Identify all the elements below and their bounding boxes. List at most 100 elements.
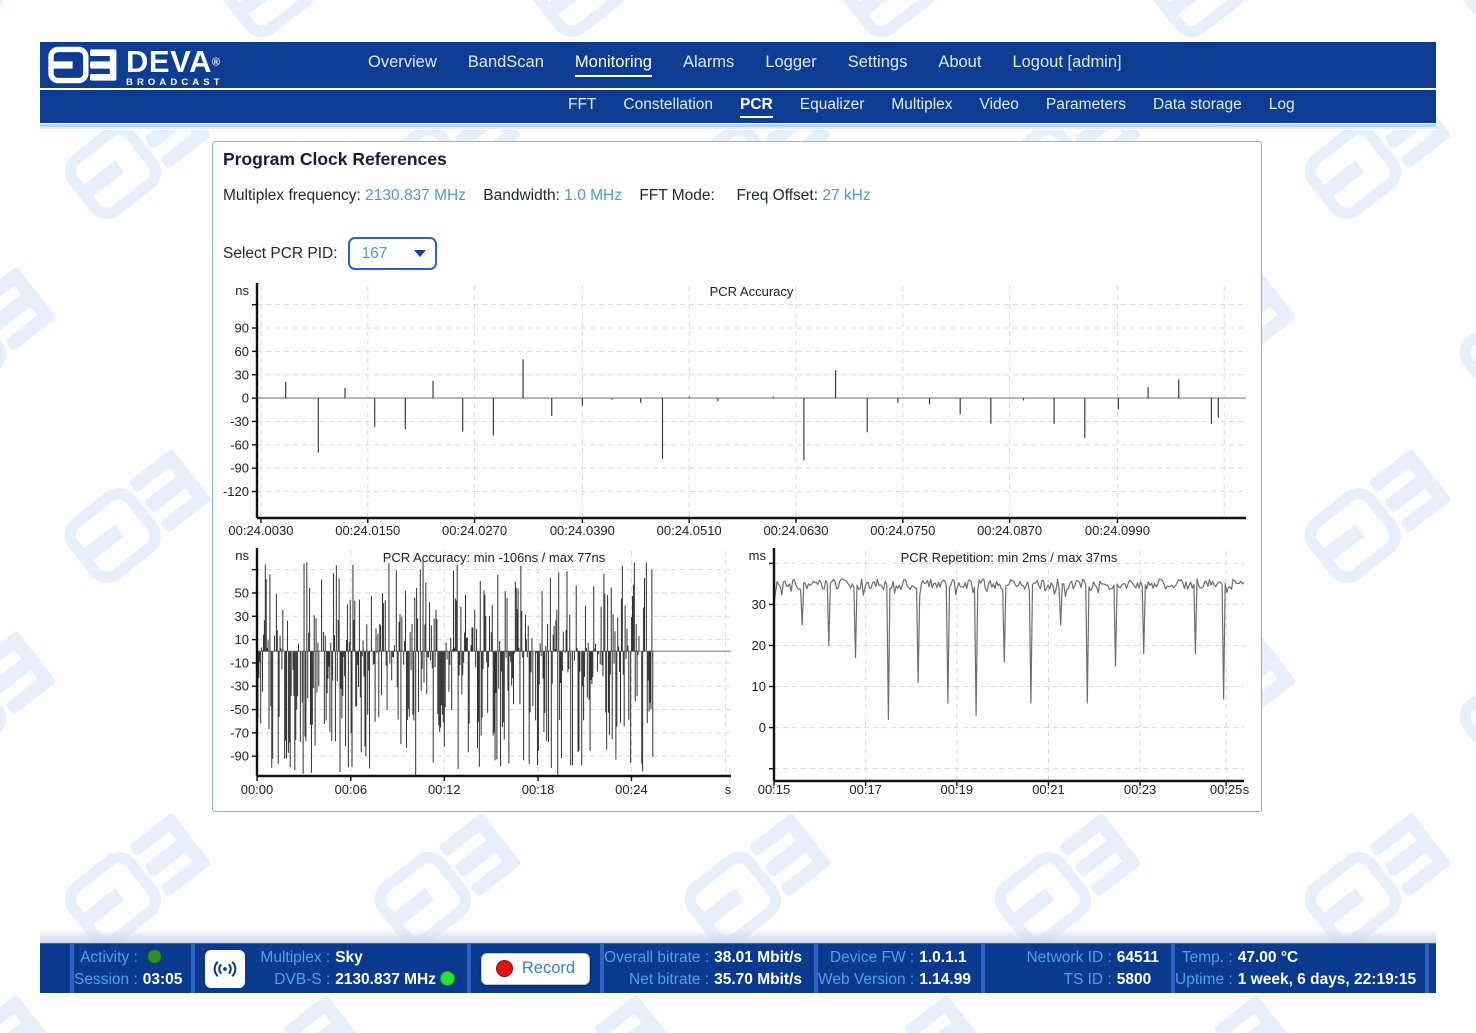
svg-text:90: 90 [235, 321, 249, 336]
svg-text:00:19: 00:19 [941, 782, 974, 797]
subnav-item-multiplex[interactable]: Multiplex [891, 96, 952, 118]
svg-text:00:24.0030: 00:24.0030 [228, 523, 293, 538]
status-label: Session : [74, 969, 138, 991]
subnav-item-data-storage[interactable]: Data storage [1153, 96, 1242, 118]
svg-text:PCR Accuracy: min -106ns / max: PCR Accuracy: min -106ns / max 77ns [383, 550, 606, 565]
statusbar-segment-activity-session: Activity :Session :03:05 [74, 943, 191, 993]
pcr-repetition-chart: 302010000:1500:1700:1900:2100:2300:25msP… [741, 546, 1256, 806]
multiplex-frequency-label: Multiplex frequency: [223, 187, 361, 204]
pcr-pid-select[interactable]: 167 [348, 237, 437, 270]
status-label: Web Version : [818, 969, 914, 991]
nav-item-bandscan[interactable]: BandScan [468, 53, 544, 77]
bandwidth-value: 1.0 MHz [564, 187, 622, 204]
svg-text:00:21: 00:21 [1032, 782, 1065, 797]
svg-text:-60: -60 [230, 437, 249, 452]
status-value: 1 week, 6 days, 22:19:15 [1238, 969, 1416, 991]
deva-logo[interactable]: DEVA® BROADCAST [48, 46, 224, 88]
status-value: 1.0.1.1 [919, 947, 971, 969]
nav-item-monitoring[interactable]: Monitoring [575, 53, 652, 77]
lock-status-green-icon [440, 971, 455, 986]
watermark-logo [1450, 621, 1476, 779]
status-label: TS ID : [1026, 969, 1111, 991]
page-title: Program Clock References [223, 149, 447, 170]
svg-text:60: 60 [235, 344, 249, 359]
status-value: 1.14.99 [919, 969, 971, 991]
brand-registered-mark: ® [212, 57, 220, 69]
nav-item-logout-admin-[interactable]: Logout [admin] [1012, 53, 1121, 77]
svg-text:-30: -30 [230, 414, 249, 429]
status-label: Net bitrate : [604, 969, 709, 991]
statusbar-segment-bitrates: Overall bitrate :38.01 Mbit/sNet bitrate… [604, 943, 814, 993]
svg-text:00:24.0870: 00:24.0870 [977, 523, 1042, 538]
subnav-item-video[interactable]: Video [980, 96, 1019, 118]
status-label: Temp. : [1175, 947, 1233, 969]
watermark-logo [0, 621, 70, 779]
watermark-logo [1295, 439, 1464, 597]
nav-item-about[interactable]: About [938, 53, 981, 77]
svg-text:PCR Accuracy: PCR Accuracy [710, 284, 794, 299]
svg-text:00:24.0750: 00:24.0750 [870, 523, 935, 538]
svg-text:00:24.0390: 00:24.0390 [550, 523, 615, 538]
subnav-item-constellation[interactable]: Constellation [623, 96, 713, 118]
svg-text:0: 0 [759, 720, 766, 735]
nav-item-alarms[interactable]: Alarms [683, 53, 734, 77]
antenna-icon [205, 950, 245, 988]
status-value: 2130.837 MHz [335, 969, 455, 991]
svg-text:PCR Repetition: min 2ms / max: PCR Repetition: min 2ms / max 37ms [901, 550, 1118, 565]
pcr-accuracy-history-chart: 9060300-30-60-90-12000:24.003000:24.0150… [223, 283, 1251, 541]
brand-subtitle: BROADCAST [126, 78, 224, 88]
svg-text:30: 30 [235, 609, 249, 624]
status-label: Uptime : [1175, 969, 1233, 991]
status-value: 5800 [1117, 969, 1159, 991]
svg-text:ns: ns [235, 548, 249, 563]
svg-text:ms: ms [749, 548, 767, 563]
status-value: 03:05 [143, 969, 183, 991]
pcr-pid-value: 167 [362, 245, 388, 263]
svg-text:30: 30 [235, 367, 249, 382]
nav-item-settings[interactable]: Settings [848, 53, 908, 77]
subnav-item-fft[interactable]: FFT [568, 96, 596, 118]
watermark-logo [1450, 257, 1476, 415]
fft-mode-label: FFT Mode: [639, 187, 715, 204]
svg-text:00:06: 00:06 [335, 782, 368, 797]
multiplex-frequency-value: 2130.837 MHz [365, 187, 466, 204]
pcr-pid-label: Select PCR PID: [223, 245, 338, 263]
subnav-item-pcr[interactable]: PCR [740, 96, 773, 118]
svg-text:00:18: 00:18 [522, 782, 555, 797]
svg-text:-10: -10 [230, 655, 249, 670]
status-value: 64511 [1117, 947, 1159, 969]
freq-offset-label: Freq Offset: [736, 187, 818, 204]
nav-item-logger[interactable]: Logger [765, 53, 816, 77]
svg-text:ns: ns [235, 283, 249, 298]
watermark-logo [0, 257, 70, 415]
svg-text:00:12: 00:12 [428, 782, 461, 797]
subnav-item-log[interactable]: Log [1269, 96, 1295, 118]
svg-text:-50: -50 [230, 702, 249, 717]
svg-text:00:24.0510: 00:24.0510 [657, 523, 722, 538]
statusbar-spacer [1429, 943, 1436, 993]
subnav-item-equalizer[interactable]: Equalizer [800, 96, 865, 118]
subnav-item-parameters[interactable]: Parameters [1046, 96, 1126, 118]
statusbar-spacer [40, 943, 70, 993]
nav-item-overview[interactable]: Overview [368, 53, 437, 77]
pcr-pid-row: Select PCR PID: 167 [223, 237, 437, 270]
header: Overview BandScan Monitoring Alarms Logger Se… [40, 42, 1436, 123]
status-value: 38.01 Mbit/s [714, 947, 802, 969]
status-label: Activity : [74, 947, 138, 969]
statusbar: Activity :Session :03:05Multiplex :SkyDV… [40, 943, 1436, 993]
freq-offset-value: 27 kHz [822, 187, 870, 204]
svg-text:00:24.0150: 00:24.0150 [335, 523, 400, 538]
svg-text:10: 10 [235, 632, 249, 647]
record-button[interactable]: Record [481, 953, 590, 985]
svg-text:10: 10 [752, 679, 766, 694]
status-label: Network ID : [1026, 947, 1111, 969]
svg-text:s: s [725, 782, 732, 797]
main-nav: Overview BandScan Monitoring Alarms Logger Se… [40, 42, 1436, 88]
main-nav-items: Overview BandScan Monitoring Alarms Logger Se… [368, 53, 1122, 77]
svg-text:00:15: 00:15 [758, 782, 791, 797]
svg-text:0: 0 [242, 391, 249, 406]
svg-text:00:24.0630: 00:24.0630 [763, 523, 828, 538]
status-value: 35.70 Mbit/s [714, 969, 802, 991]
svg-text:-30: -30 [230, 679, 249, 694]
status-value [143, 947, 183, 969]
